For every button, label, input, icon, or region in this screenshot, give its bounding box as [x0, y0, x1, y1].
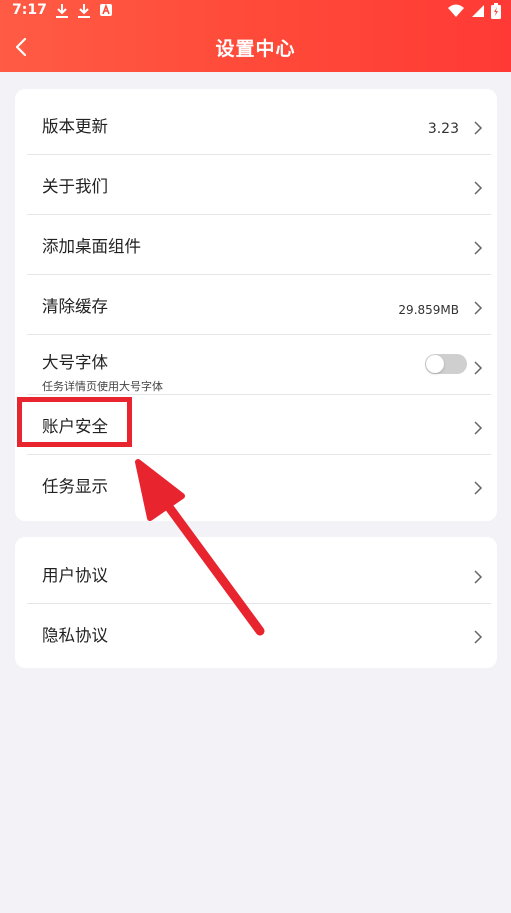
toggle-knob [426, 355, 444, 373]
settings-item-label: 添加桌面组件 [42, 237, 141, 256]
settings-card-legal: 用户协议 隐私协议 [15, 537, 497, 668]
a-icon [100, 3, 112, 16]
header: 7:17 设置中心 [0, 0, 511, 72]
download-icon [78, 4, 90, 18]
settings-item-user-agreement[interactable]: 用户协议 [15, 543, 497, 603]
chevron-right-icon [474, 361, 483, 375]
battery-charging-icon [491, 3, 501, 19]
chevron-right-icon [474, 181, 483, 195]
chevron-right-icon [474, 481, 483, 495]
settings-item-large-font[interactable]: 大号字体 任务详情页使用大号字体 [15, 334, 497, 394]
chevron-right-icon [474, 570, 483, 584]
annotation-highlight-box [17, 397, 132, 447]
chevron-right-icon [474, 630, 483, 644]
status-icons-right [447, 3, 501, 19]
status-bar: 7:17 [0, 0, 511, 22]
settings-item-label: 用户协议 [42, 566, 108, 585]
settings-item-label: 隐私协议 [42, 626, 108, 645]
status-time: 7:17 [12, 2, 47, 18]
chevron-right-icon [474, 121, 483, 135]
version-value: 3.23 [427, 121, 459, 137]
page-title: 设置中心 [215, 38, 296, 60]
settings-item-label: 版本更新 [42, 117, 108, 136]
large-font-toggle[interactable] [425, 354, 467, 374]
download-icon [56, 4, 68, 18]
settings-item-label: 关于我们 [42, 177, 108, 196]
settings-item-task-display[interactable]: 任务显示 [15, 454, 497, 514]
settings-item-label: 清除缓存 [42, 297, 108, 316]
settings-item-about-us[interactable]: 关于我们 [15, 154, 497, 214]
settings-item-label: 大号字体 [42, 353, 108, 372]
settings-item-clear-cache[interactable]: 清除缓存 29.859MB [15, 274, 497, 334]
settings-item-label: 任务显示 [42, 477, 108, 496]
settings-item-version-update[interactable]: 版本更新 3.23 [15, 94, 497, 154]
settings-card-general: 版本更新 3.23 关于我们 添加桌面组件 清除缓存 29.859MB 大号字体… [15, 89, 497, 521]
cache-size-value: 29.859MB [398, 303, 459, 317]
chevron-right-icon [474, 301, 483, 315]
settings-item-add-widget[interactable]: 添加桌面组件 [15, 214, 497, 274]
chevron-right-icon [474, 241, 483, 255]
signal-icon [472, 5, 484, 17]
wifi-icon [448, 4, 464, 17]
settings-item-privacy-agreement[interactable]: 隐私协议 [15, 603, 497, 663]
title-bar: 设置中心 [0, 22, 511, 72]
status-icons-left [55, 3, 113, 19]
settings-item-subtitle: 任务详情页使用大号字体 [42, 380, 163, 393]
chevron-right-icon [474, 421, 483, 435]
